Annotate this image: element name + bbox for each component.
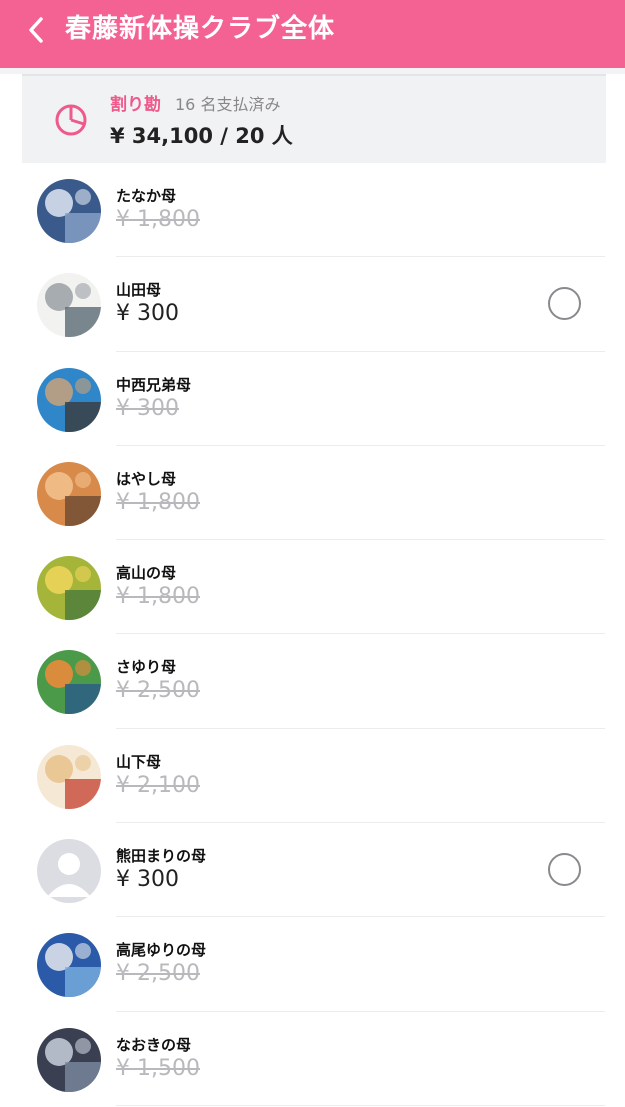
member-amount: ¥ 2,500 bbox=[116, 961, 200, 987]
total-amount: ¥ 34,100 / 20 人 bbox=[110, 124, 293, 148]
app-header: 春藤新体操クラブ全体 bbox=[0, 0, 625, 68]
avatar bbox=[37, 650, 101, 715]
avatar bbox=[37, 933, 101, 998]
member-name: 高尾ゆりの母 bbox=[116, 941, 207, 960]
payment-check-radio[interactable] bbox=[548, 853, 581, 887]
avatar bbox=[37, 744, 101, 809]
avatar bbox=[37, 556, 101, 621]
member-row[interactable]: 山下母 ¥ 2,100 bbox=[0, 729, 625, 824]
member-row[interactable]: 熊田まりの母 ¥ 300 bbox=[0, 823, 625, 918]
avatar bbox=[37, 461, 101, 526]
back-button[interactable] bbox=[18, 12, 54, 48]
member-row[interactable]: たなか母 ¥ 1,800 bbox=[0, 163, 625, 258]
member-row[interactable]: はやし母 ¥ 1,800 bbox=[0, 446, 625, 541]
member-amount: ¥ 1,800 bbox=[116, 489, 200, 515]
member-row[interactable]: さゆり母 ¥ 2,500 bbox=[0, 634, 625, 730]
chevron-left-icon bbox=[29, 17, 43, 43]
member-name: 高山の母 bbox=[116, 564, 177, 583]
avatar bbox=[37, 839, 101, 904]
member-amount: ¥ 2,500 bbox=[116, 678, 200, 704]
paid-count: 16 名支払済み bbox=[175, 95, 281, 114]
split-summary: 割り勘 16 名支払済み ¥ 34,100 / 20 人 bbox=[22, 74, 606, 163]
member-amount: ¥ 300 bbox=[116, 395, 179, 421]
split-tag: 割り勘 bbox=[110, 95, 161, 115]
member-row[interactable]: 高尾ゆりの母 ¥ 2,500 bbox=[0, 917, 625, 1012]
member-name: 山下母 bbox=[116, 752, 162, 771]
avatar bbox=[37, 1027, 101, 1092]
pie-chart-icon bbox=[55, 104, 87, 136]
member-row[interactable]: 高山の母 ¥ 1,800 bbox=[0, 540, 625, 635]
member-row[interactable]: 中西兄弟母 ¥ 300 bbox=[0, 352, 625, 447]
member-name: さゆり母 bbox=[116, 658, 177, 677]
member-row[interactable]: 山田母 ¥ 300 bbox=[0, 257, 625, 352]
avatar bbox=[37, 367, 101, 432]
member-amount: ¥ 1,500 bbox=[116, 1055, 200, 1081]
member-list: たなか母 ¥ 1,800 山田母 ¥ 300 中西兄弟母 ¥ 300 はやし母 ¥ 1,800… bbox=[0, 163, 625, 1107]
member-name: 山田母 bbox=[116, 281, 162, 300]
member-row[interactable]: なおきの母 ¥ 1,500 bbox=[0, 1012, 625, 1107]
member-amount: ¥ 1,800 bbox=[116, 207, 200, 232]
member-name: たなか母 bbox=[116, 187, 177, 205]
member-name: 熊田まりの母 bbox=[116, 847, 207, 866]
member-amount: ¥ 300 bbox=[116, 301, 179, 327]
payment-check-radio[interactable] bbox=[548, 287, 581, 321]
member-amount: ¥ 1,800 bbox=[116, 584, 200, 610]
member-name: はやし母 bbox=[116, 469, 177, 488]
member-amount: ¥ 300 bbox=[116, 867, 179, 893]
member-amount: ¥ 2,100 bbox=[116, 772, 200, 798]
member-name: 中西兄弟母 bbox=[116, 375, 192, 394]
member-name: なおきの母 bbox=[116, 1035, 192, 1054]
avatar bbox=[37, 179, 101, 243]
page-title: 春藤新体操クラブ全体 bbox=[65, 14, 336, 44]
avatar bbox=[37, 273, 101, 338]
